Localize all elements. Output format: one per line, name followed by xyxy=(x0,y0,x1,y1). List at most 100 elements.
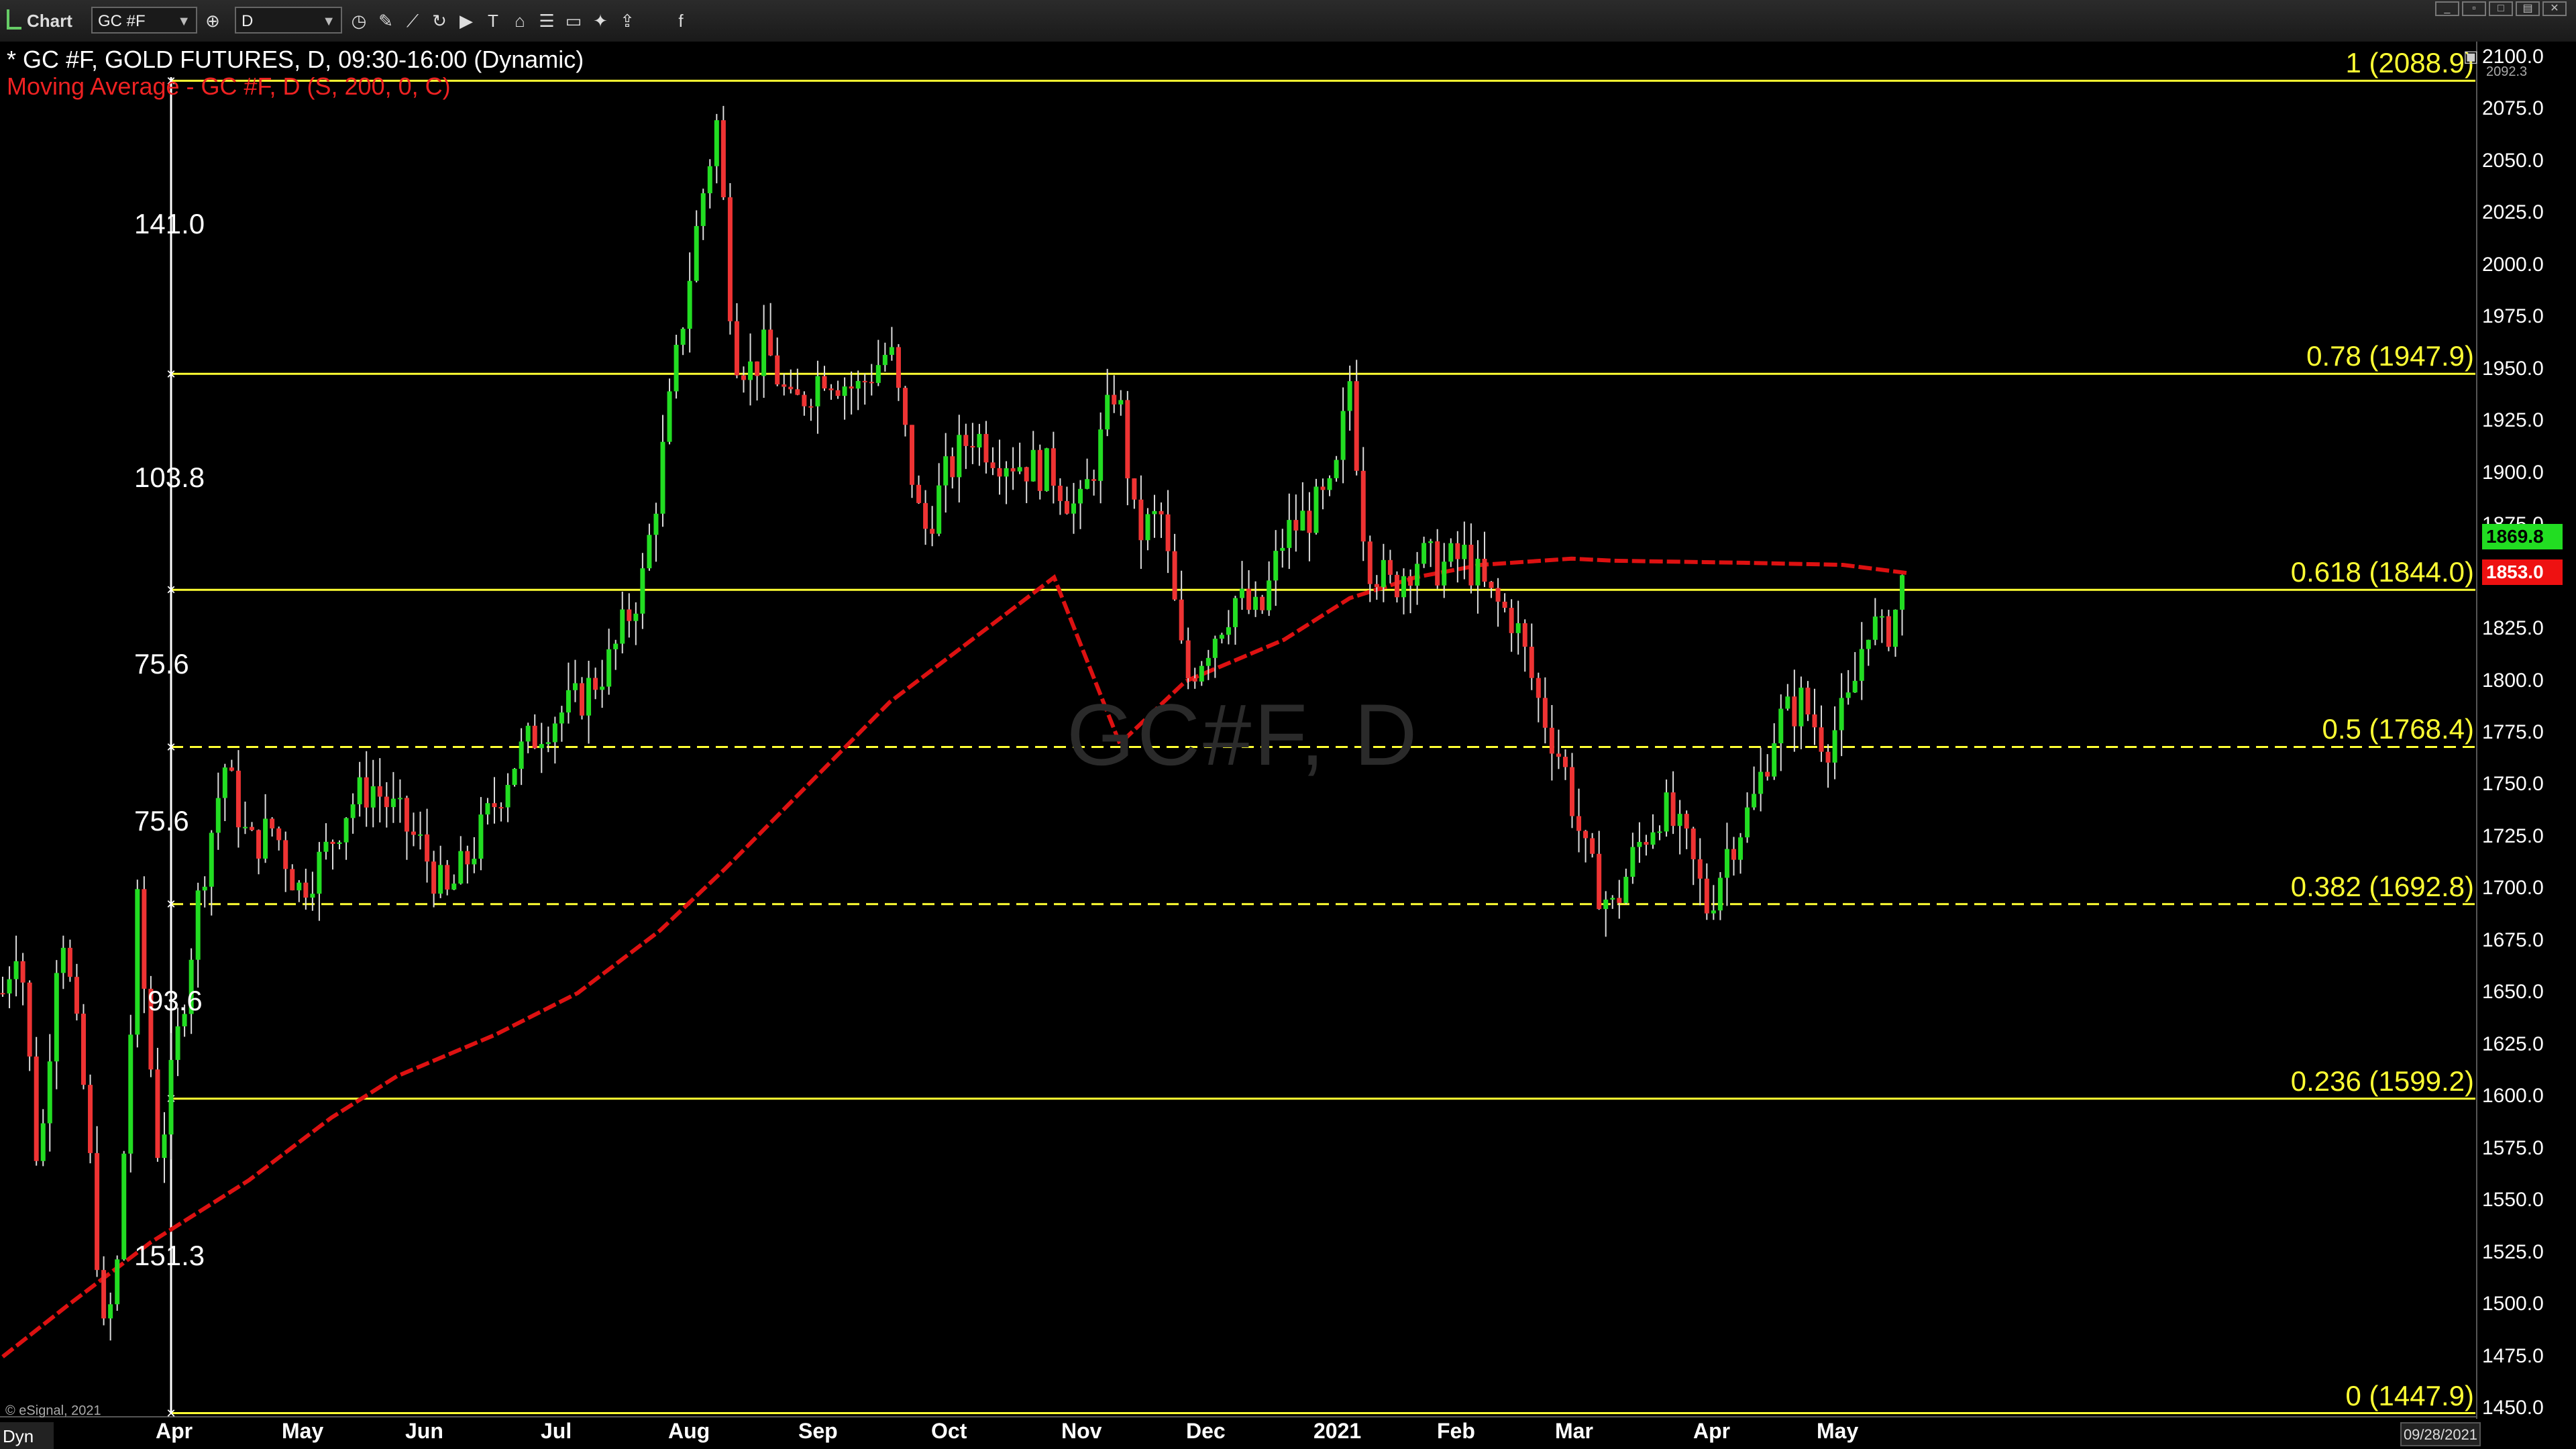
candle-body-down xyxy=(862,380,867,382)
time-tick-label: Aug xyxy=(668,1419,710,1443)
candle-body-down xyxy=(916,484,922,503)
chevron-down-icon[interactable]: ▼ xyxy=(177,8,191,35)
candle-body-down xyxy=(404,798,409,832)
candle-body-up xyxy=(1866,639,1871,649)
candle-body-down xyxy=(727,197,733,321)
candle-body-down xyxy=(869,382,874,384)
candle xyxy=(115,1255,120,1311)
candle-body-down xyxy=(1138,499,1144,541)
moving-average-label[interactable]: Moving Average - GC #F, D (S, 200, 0, C) xyxy=(7,72,451,101)
candle-body-up xyxy=(1327,478,1332,490)
interval-input[interactable]: D ▼ xyxy=(235,7,342,34)
symbol-input[interactable]: GC #F ▼ xyxy=(91,7,197,34)
dyn-label[interactable]: Dyn xyxy=(3,1426,34,1447)
symbol-value: GC #F xyxy=(98,12,146,30)
share-icon[interactable]: ⇪ xyxy=(614,8,640,34)
candle-body-up xyxy=(1381,559,1386,588)
candle-body-up xyxy=(472,859,477,865)
draw-pencil-icon[interactable]: ✎ xyxy=(373,8,398,34)
candle-body-down xyxy=(1522,623,1527,647)
candle-body-down xyxy=(910,425,915,485)
twitter-icon[interactable]: ✦ xyxy=(588,8,613,34)
candle-body-up xyxy=(1044,448,1049,491)
settings-window-icon[interactable]: ▤ xyxy=(2516,1,2540,16)
candle-body-up xyxy=(168,1060,174,1135)
candle-body-down xyxy=(1570,767,1575,816)
candle-body-up xyxy=(875,365,881,383)
symbol-search-icon[interactable]: ⊕ xyxy=(200,8,225,34)
candle-body-down xyxy=(1360,470,1366,542)
candle-body-down xyxy=(256,830,262,859)
candle-body-up xyxy=(1610,898,1615,900)
time-tick-label: Apr xyxy=(1693,1419,1731,1443)
candle-body-down xyxy=(88,1085,93,1153)
candle-body-down xyxy=(303,882,309,898)
chart-toolbar: Chart GC #F ▼ ⊕ D ▼ ◷ ✎ ⟋ ↻ ▶ T ⌂ ☰ ▭ ✦ ⇪ … xyxy=(0,0,2576,43)
candle-body-up xyxy=(1098,429,1104,481)
candle-body-up xyxy=(47,1061,52,1124)
candle-body-down xyxy=(1125,400,1130,479)
candle-body-down xyxy=(1185,640,1191,679)
candle-body-down xyxy=(377,786,382,797)
candle-body-up xyxy=(121,1153,127,1260)
time-tick-label: Oct xyxy=(931,1419,967,1443)
candle-body-up xyxy=(1401,576,1406,598)
chart-menu-icon[interactable]: ▣ xyxy=(2463,47,2479,66)
candle-body-down xyxy=(1536,678,1541,698)
candle-body-down xyxy=(1765,771,1770,777)
candle-body-up xyxy=(714,120,719,166)
chat-icon[interactable]: ▭ xyxy=(561,8,586,34)
candle-body-down xyxy=(80,1014,86,1085)
tag-icon[interactable]: ⌂ xyxy=(507,8,533,34)
candle-body-down xyxy=(788,386,794,390)
maximize-window-icon[interactable]: □ xyxy=(2489,1,2513,16)
candle-body-up xyxy=(1428,541,1434,543)
cycle-icon[interactable]: ↻ xyxy=(427,8,452,34)
measure-distance-label: 151.3 xyxy=(134,1240,205,1271)
candle-body-up xyxy=(337,842,342,845)
candle-body-up xyxy=(438,865,443,894)
interval-value: D xyxy=(241,12,254,30)
candle-body-down xyxy=(1387,559,1393,575)
candle-body-up xyxy=(512,769,517,786)
candle-body-down xyxy=(1246,588,1252,610)
candle-body-up xyxy=(1711,910,1716,914)
candle-body-down xyxy=(983,433,989,463)
text-tool-icon[interactable]: T xyxy=(480,8,506,34)
candle-body-up xyxy=(1442,561,1447,586)
candle xyxy=(512,767,517,787)
time-tick-label: Mar xyxy=(1555,1419,1593,1443)
candle-body-down xyxy=(1704,878,1709,914)
candle-body-up xyxy=(889,347,894,356)
candle-body-up xyxy=(478,814,484,859)
clock-icon[interactable]: ◷ xyxy=(346,8,372,34)
candle xyxy=(88,1074,93,1164)
copyright-note: © eSignal, 2021 xyxy=(5,1403,101,1418)
candle-body-up xyxy=(815,376,820,407)
line-tool-icon[interactable]: ⟋ xyxy=(400,8,425,34)
candle-body-up xyxy=(128,1034,133,1154)
candle-body-up xyxy=(1071,503,1076,514)
minimize-window-icon[interactable]: _ xyxy=(2435,1,2459,16)
restore-window-icon[interactable]: ▫ xyxy=(2462,1,2486,16)
candle-body-up xyxy=(667,391,672,442)
facebook-icon[interactable]: f xyxy=(668,8,694,34)
play-icon[interactable]: ▶ xyxy=(453,8,479,34)
candle-body-up xyxy=(1462,544,1467,559)
candle-body-up xyxy=(680,329,686,345)
chevron-down-icon[interactable]: ▼ xyxy=(322,8,335,35)
candle-body-up xyxy=(1832,730,1837,763)
candle-body-up xyxy=(323,841,329,852)
candle-body-down xyxy=(101,1270,107,1319)
chart-watermark: GC#F, D xyxy=(1067,686,1420,784)
close-window-icon[interactable]: ✕ xyxy=(2542,1,2567,16)
candle-body-up xyxy=(647,535,652,569)
candle-body-up xyxy=(1118,400,1124,405)
comment-icon[interactable]: ☰ xyxy=(534,8,559,34)
candle xyxy=(1313,478,1319,535)
candle-body-down xyxy=(1159,511,1164,515)
candle-body-up xyxy=(1313,486,1319,533)
candle-body-down xyxy=(532,725,537,749)
price-tick-label: 1450.0 xyxy=(2482,1397,2544,1419)
candle-body-down xyxy=(1812,714,1817,728)
